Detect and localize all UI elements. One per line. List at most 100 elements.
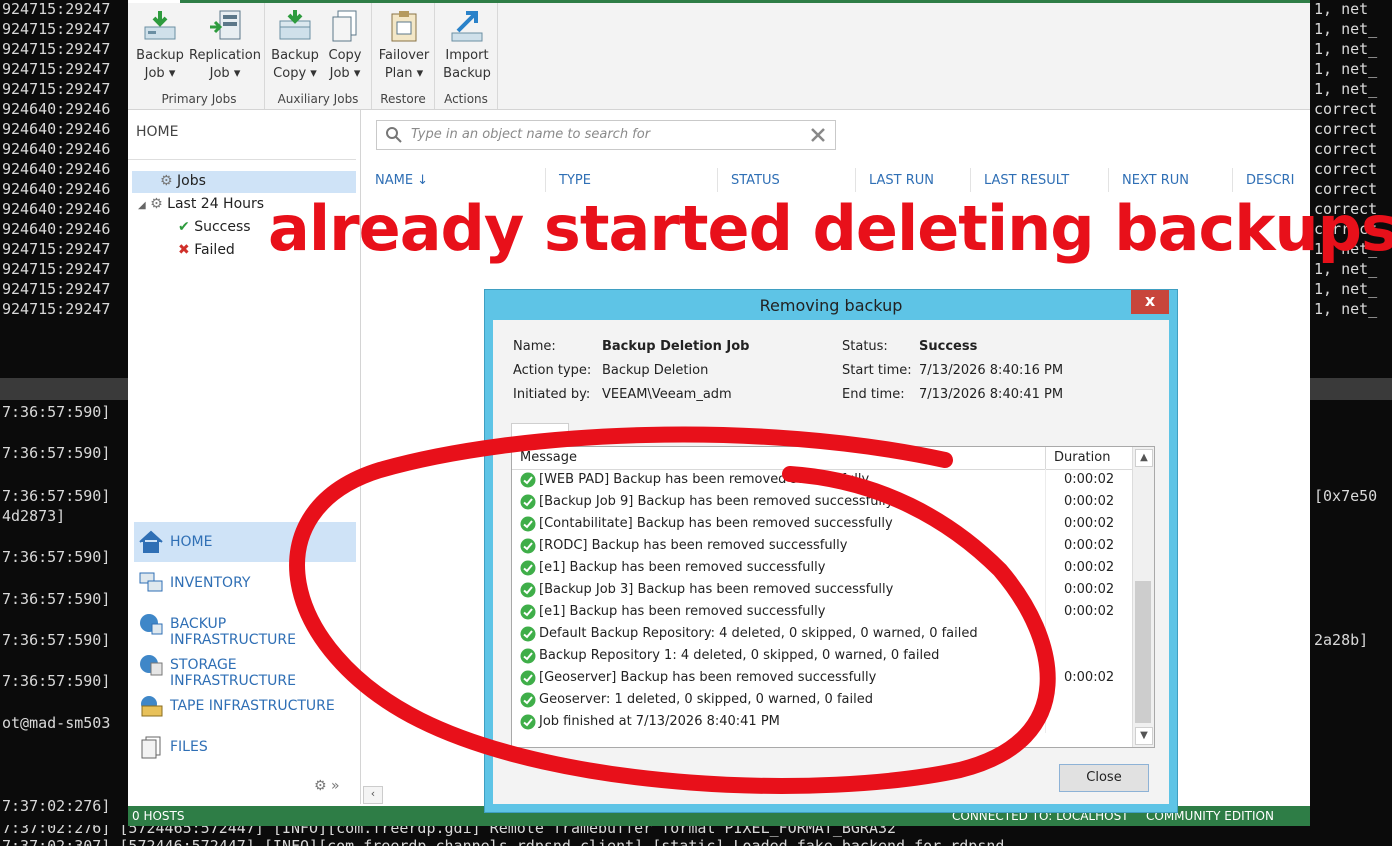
close-button[interactable]: Close — [1059, 764, 1149, 792]
log-message: Default Backup Repository: 4 deleted, 0 … — [539, 626, 978, 641]
log-row[interactable]: Default Backup Repository: 4 deleted, 0 … — [512, 623, 1132, 645]
backup-job-icon — [143, 9, 177, 43]
group-label-primary-jobs: Primary Jobs — [161, 92, 237, 106]
replication-job-button[interactable]: Replication Job ▾ — [188, 9, 262, 83]
message-column-header[interactable]: Message — [520, 450, 577, 465]
ribbon-group-auxiliary-jobs: Backup Copy ▾ Copy Job ▾ Auxiliary Jobs — [265, 3, 372, 109]
import-backup-label-2: Backup — [443, 66, 491, 81]
nav-home[interactable]: HOME — [134, 522, 356, 562]
backup-job-label-1: Backup — [136, 48, 184, 63]
failed-job-icon: ✖ — [178, 242, 190, 258]
terminal-line: 924640:29246 — [2, 140, 111, 158]
log-row[interactable]: Job finished at 7/13/2026 8:40:41 PM — [512, 711, 1132, 733]
column-separator — [1045, 645, 1046, 667]
log-row[interactable]: [RODC] Backup has been removed successfu… — [512, 535, 1132, 557]
gear-icon: ⚙ — [150, 196, 163, 212]
log-row[interactable]: [Backup Job 3] Backup has been removed s… — [512, 579, 1132, 601]
tree-item-last-24-hours[interactable]: ◢ ⚙ Last 24 Hours — [138, 196, 264, 212]
column-header-last-result[interactable]: LAST RESULT — [984, 173, 1069, 188]
column-separator — [1045, 711, 1046, 733]
backup-copy-label-1: Backup — [271, 48, 319, 63]
terminal-line: ot@mad-sm503 — [2, 714, 111, 732]
replication-job-label-1: Replication — [189, 48, 261, 63]
log-row[interactable]: Backup Repository 1: 4 deleted, 0 skippe… — [512, 645, 1132, 667]
terminal-line: 924640:29246 — [2, 200, 111, 218]
removing-backup-dialog: Removing backup x Name: Backup Deletion … — [484, 289, 1178, 813]
nav-home-label: HOME — [170, 534, 213, 550]
tree-item-label: Last 24 Hours — [167, 196, 265, 212]
column-header-name[interactable]: NAME ↓ — [375, 173, 428, 188]
column-header-last-run[interactable]: LAST RUN — [869, 173, 934, 188]
log-row[interactable]: Geoserver: 1 deleted, 0 skipped, 0 warne… — [512, 689, 1132, 711]
log-message: Job finished at 7/13/2026 8:40:41 PM — [539, 714, 780, 729]
grid-header: Message Duration — [512, 447, 1132, 470]
column-header-description[interactable]: DESCRI — [1246, 173, 1294, 188]
column-header-status[interactable]: STATUS — [731, 173, 780, 188]
backup-copy-button[interactable]: Backup Copy ▾ — [269, 9, 321, 83]
log-row[interactable]: [e1] Backup has been removed successfull… — [512, 557, 1132, 579]
copy-job-label-2: Job ▾ — [329, 66, 361, 81]
log-scrollbar[interactable]: ▲ ▼ — [1132, 447, 1154, 747]
success-check-icon — [520, 472, 536, 488]
column-separator — [1045, 469, 1046, 491]
search-box[interactable]: Type in an object name to search for — [376, 120, 836, 150]
log-message: [Geoserver] Backup has been removed succ… — [539, 670, 877, 685]
import-backup-button[interactable]: Import Backup — [439, 9, 495, 83]
log-row[interactable]: [Geoserver] Backup has been removed succ… — [512, 667, 1132, 689]
nav-storage-infrastructure[interactable]: STORAGE INFRASTRUCTURE — [134, 645, 356, 689]
nav-inventory[interactable]: INVENTORY — [134, 563, 356, 603]
nav-files[interactable]: FILES — [134, 727, 356, 767]
terminal-line: 7:36:57:590] — [2, 548, 111, 566]
home-icon — [139, 530, 163, 553]
column-separator — [1045, 689, 1046, 711]
tree-item-failed[interactable]: ✖ Failed — [178, 242, 235, 258]
tree-item-jobs[interactable]: ⚙ Jobs — [160, 173, 206, 189]
terminal-left-pane: 924715:29247 924715:29247 924715:29247 9… — [0, 0, 128, 846]
terminal-line: 924640:29246 — [2, 120, 111, 138]
column-separator — [1045, 447, 1046, 469]
backup-job-button[interactable]: Backup Job ▾ — [134, 9, 186, 83]
failover-plan-button[interactable]: Failover Plan ▾ — [376, 9, 432, 83]
inventory-icon — [139, 572, 163, 592]
scroll-left-arrow-icon[interactable]: ‹ — [363, 786, 383, 804]
nav-tape-infrastructure[interactable]: TAPE INFRASTRUCTURE — [134, 686, 356, 726]
log-row[interactable]: [Backup Job 9] Backup has been removed s… — [512, 491, 1132, 513]
tape-infrastructure-icon — [141, 696, 163, 717]
column-separator — [1045, 513, 1046, 535]
nav-backup-infrastructure[interactable]: BACKUP INFRASTRUCTURE — [134, 604, 356, 648]
terminal-line: 2a28b] — [1314, 631, 1369, 649]
column-separator — [1045, 491, 1046, 513]
log-message: [e1] Backup has been removed successfull… — [539, 604, 826, 619]
terminal-line: 7:37:02:276] [5724465:572447] [INFO][com… — [2, 825, 897, 837]
name-value: Backup Deletion Job — [602, 339, 750, 354]
column-header-next-run[interactable]: NEXT RUN — [1122, 173, 1189, 188]
nav-tape-infrastructure-label: TAPE INFRASTRUCTURE — [170, 698, 335, 714]
log-row[interactable]: [e1] Backup has been removed successfull… — [512, 601, 1132, 623]
copy-job-button[interactable]: Copy Job ▾ — [321, 9, 369, 83]
scroll-thumb[interactable] — [1135, 581, 1151, 723]
scroll-up-icon[interactable]: ▲ — [1135, 449, 1153, 467]
failover-plan-label-1: Failover — [378, 48, 430, 63]
dialog-close-icon[interactable]: x — [1131, 290, 1169, 314]
log-row[interactable]: [Contabilitate] Backup has been removed … — [512, 513, 1132, 535]
replication-job-icon — [208, 9, 242, 43]
nav-divider — [128, 159, 356, 160]
configure-buttons-icon[interactable]: ⚙ » — [314, 778, 340, 794]
tree-item-label: Jobs — [177, 173, 206, 189]
log-row[interactable]: [WEB PAD] Backup has been removed succes… — [512, 469, 1132, 491]
terminal-line: 1, net_ — [1314, 280, 1378, 298]
success-check-icon — [520, 604, 536, 620]
backup-infrastructure-icon — [140, 614, 163, 635]
gear-icon: ⚙ — [160, 173, 173, 189]
terminal-line: 1, net_ — [1314, 40, 1378, 58]
duration-column-header[interactable]: Duration — [1054, 450, 1110, 465]
start-time-label: Start time: — [842, 363, 912, 378]
scroll-down-icon[interactable]: ▼ — [1135, 727, 1153, 745]
tree-item-success[interactable]: ✔ Success — [178, 219, 251, 235]
status-label: Status: — [842, 339, 888, 354]
terminal-line: 924715:29247 — [2, 240, 111, 258]
log-tab[interactable] — [511, 423, 569, 448]
column-header-type[interactable]: TYPE — [559, 173, 591, 188]
clear-search-icon[interactable] — [809, 126, 827, 144]
tree-item-label: Success — [194, 219, 251, 235]
